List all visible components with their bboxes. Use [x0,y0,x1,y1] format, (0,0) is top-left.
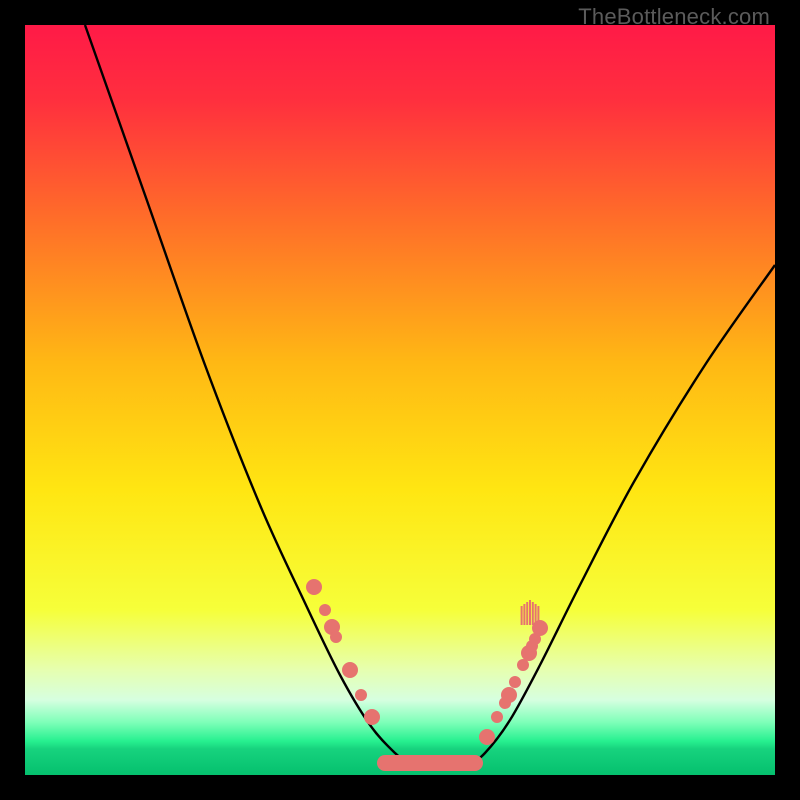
data-marker [501,687,517,703]
data-marker [532,620,548,636]
data-marker [517,659,529,671]
data-marker [364,709,380,725]
bottleneck-curve [85,25,775,765]
watermark-text: TheBottleneck.com [578,4,770,30]
data-marker [330,631,342,643]
data-marker [479,729,495,745]
data-marker [306,579,322,595]
data-marker [491,711,503,723]
data-marker [509,676,521,688]
data-marker [342,662,358,678]
data-marker [355,689,367,701]
plot-frame [25,25,775,775]
data-markers [306,579,548,771]
valley-marker-band [377,755,483,771]
data-marker [319,604,331,616]
curve-layer [25,25,775,775]
